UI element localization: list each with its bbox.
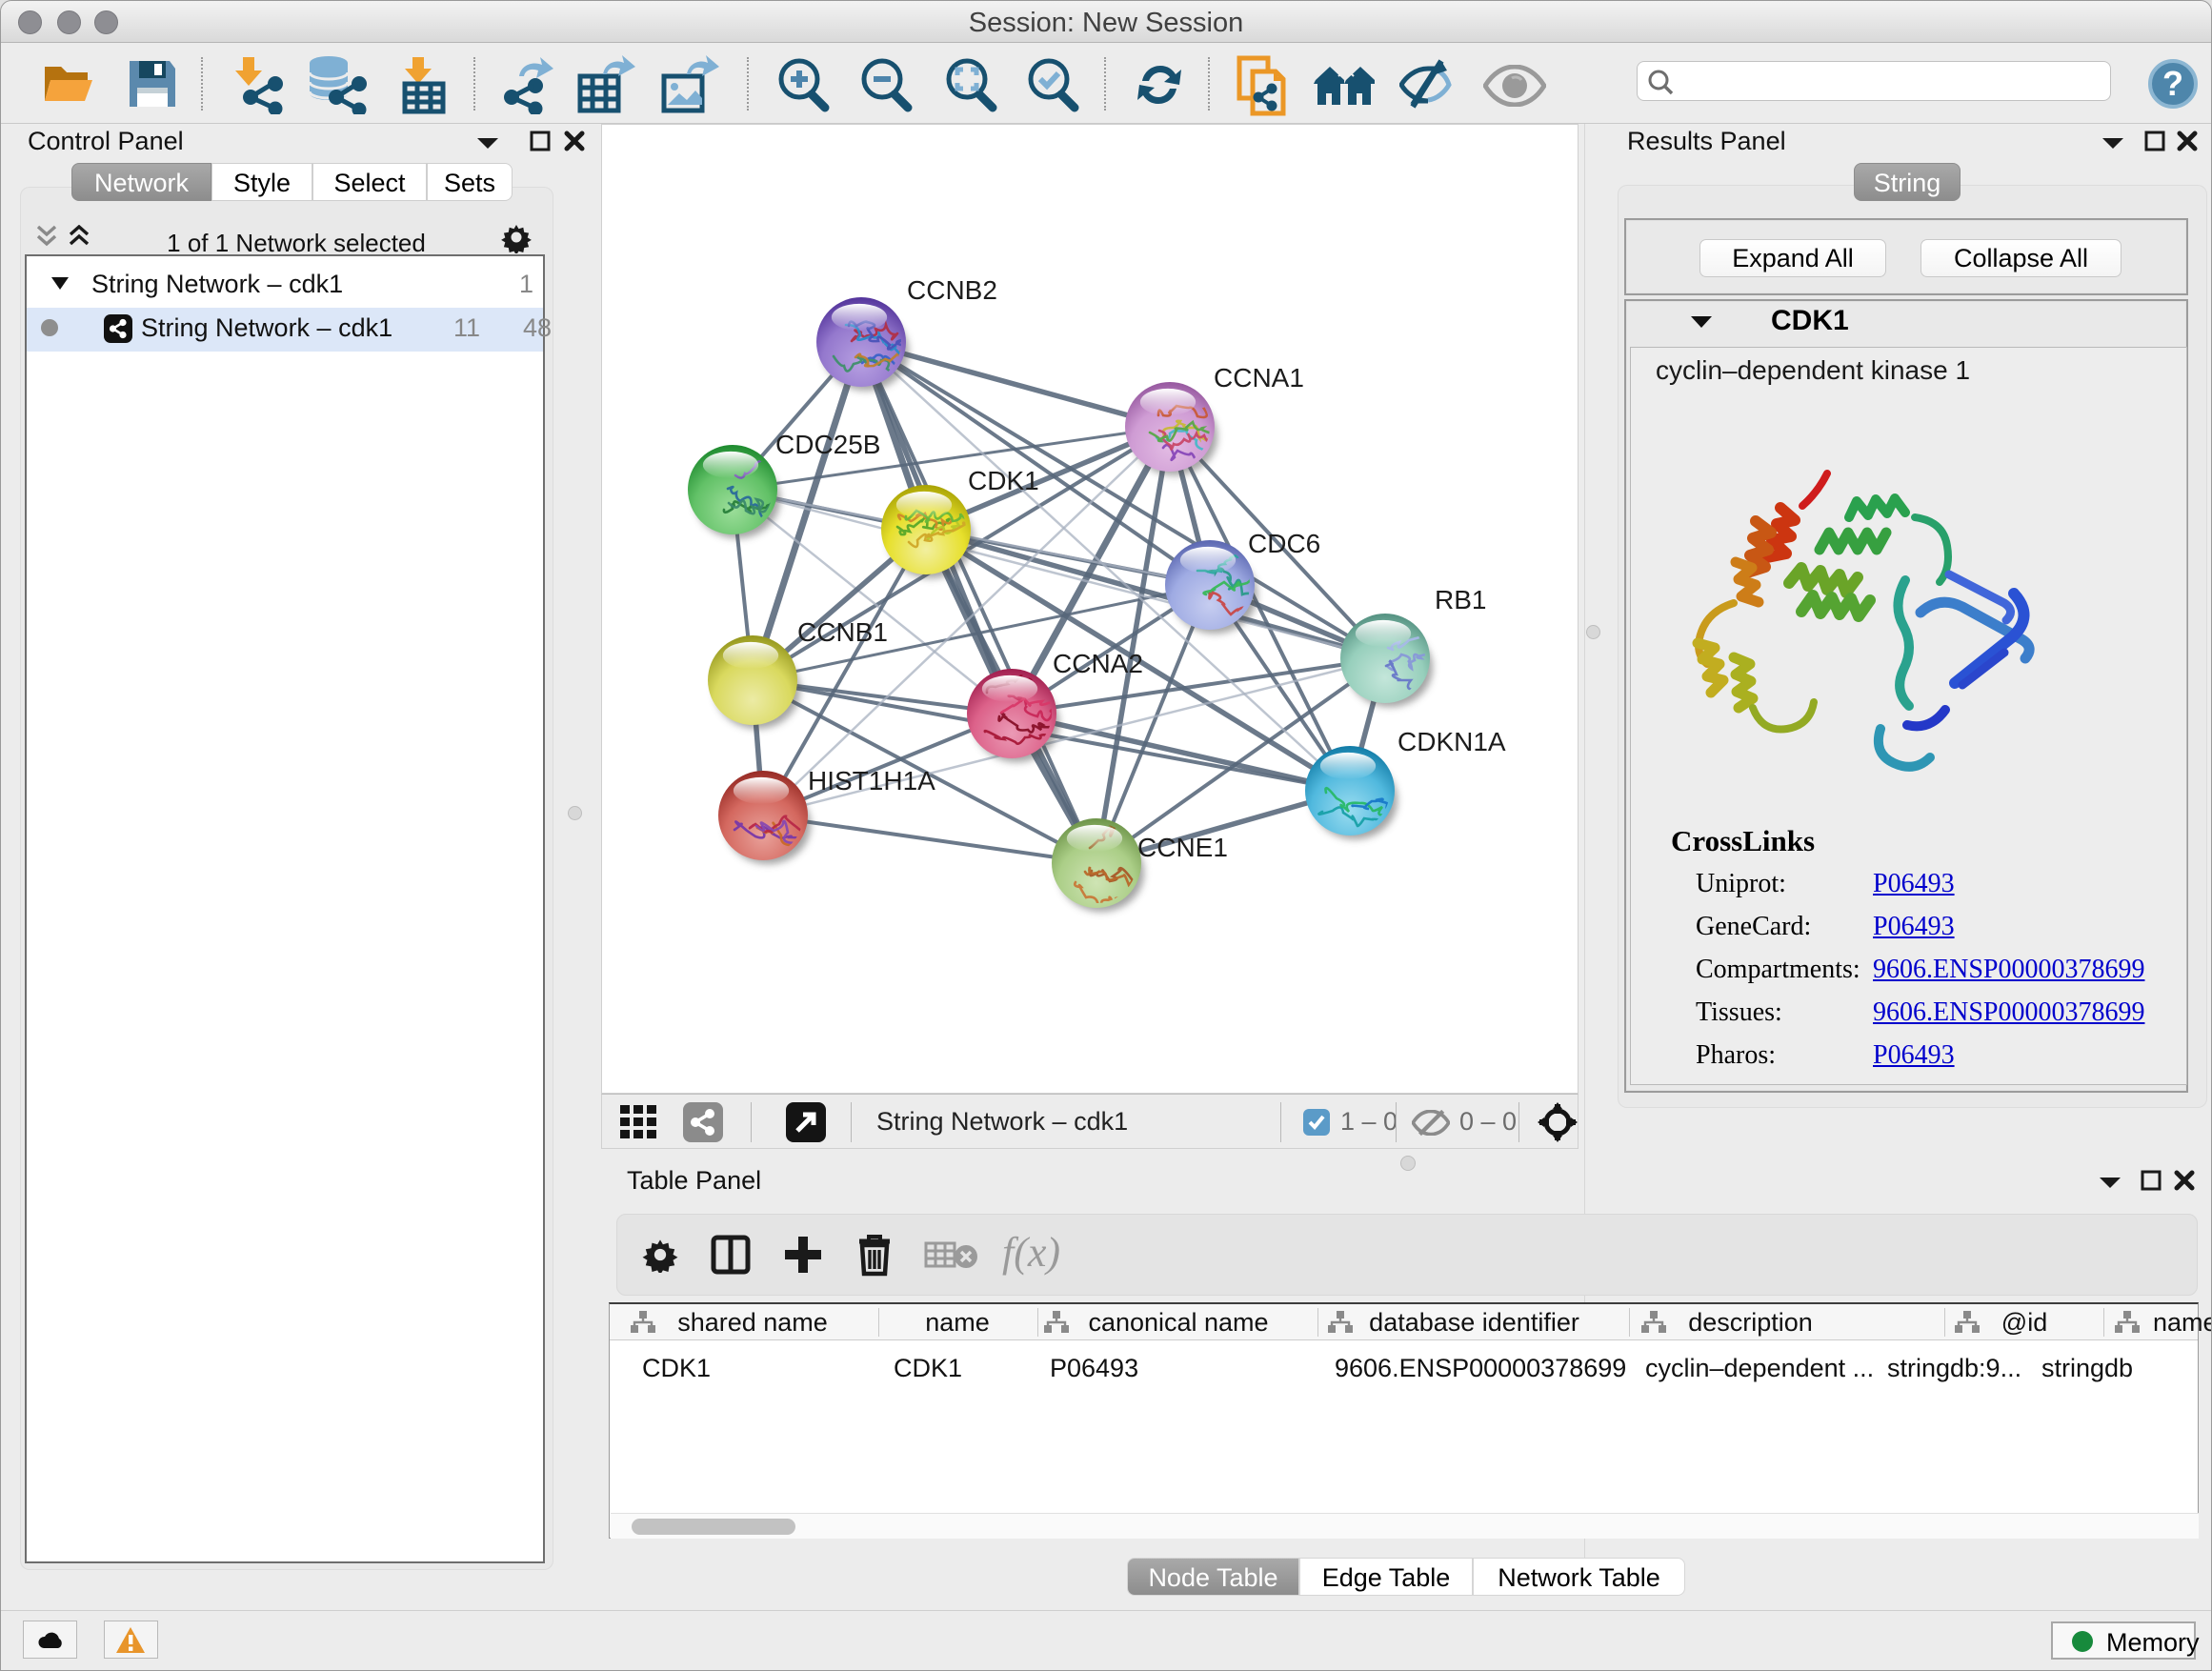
svg-text:CDC25B: CDC25B: [775, 430, 880, 459]
svg-text:HIST1H1A: HIST1H1A: [808, 766, 935, 795]
svg-text:CCNE1: CCNE1: [1137, 833, 1228, 862]
svg-text:CDC6: CDC6: [1248, 529, 1320, 558]
svg-text:CCNB2: CCNB2: [907, 275, 997, 305]
svg-text:?: ?: [2162, 64, 2183, 103]
svg-text:CCNB1: CCNB1: [797, 617, 888, 647]
svg-text:CDKN1A: CDKN1A: [1398, 727, 1506, 756]
svg-text:RB1: RB1: [1435, 585, 1486, 614]
svg-text:CCNA2: CCNA2: [1053, 649, 1143, 678]
svg-text:CDK1: CDK1: [968, 466, 1039, 495]
svg-text:CCNA1: CCNA1: [1214, 363, 1304, 393]
